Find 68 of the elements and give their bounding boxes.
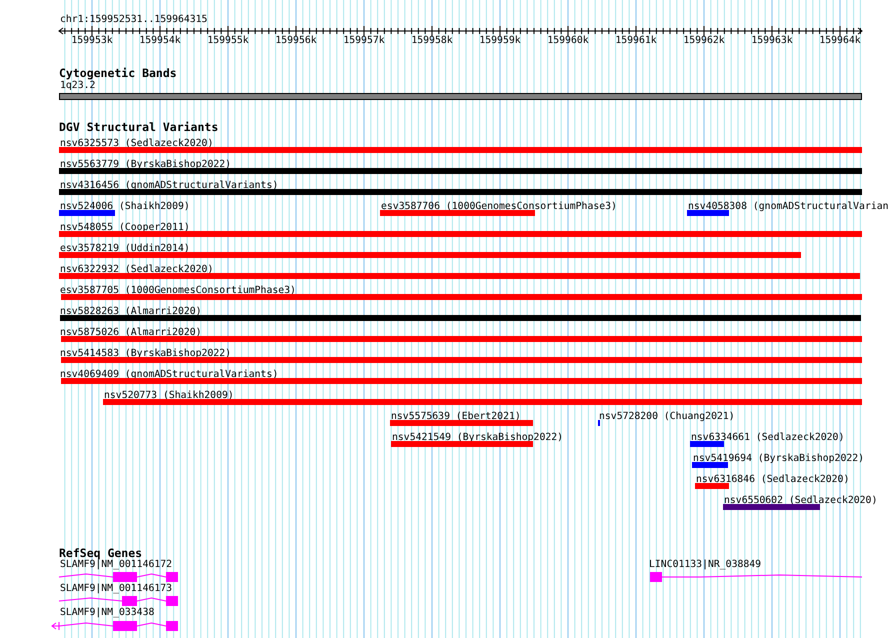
variant-label[interactable]: nsv5563779 (ByrskaBishop2022) [60, 159, 232, 170]
variant-label[interactable]: nsv5419694 (ByrskaBishop2022) [693, 453, 864, 464]
variant-label[interactable]: nsv5575639 (Ebert2021) [391, 411, 521, 422]
tick-label: 159958k [411, 35, 453, 46]
gene-model[interactable] [650, 572, 862, 582]
gene-model[interactable] [58, 596, 178, 606]
tick-label: 159957k [343, 35, 385, 46]
tick-label: 159963k [751, 35, 793, 46]
variant-label[interactable]: nsv6316846 (Sedlazeck2020) [696, 474, 850, 485]
band-label: 1q23.2 [60, 80, 96, 91]
variant-label[interactable]: nsv548055 (Cooper2011) [60, 222, 190, 233]
variant-bar[interactable] [390, 420, 533, 426]
tick-label: 159962k [683, 35, 725, 46]
gene-label[interactable]: SLAMF9|NM_033438 [60, 607, 154, 618]
variant-label[interactable]: esv3587705 (1000GenomesConsortiumPhase3) [60, 285, 296, 296]
variant-bar[interactable] [59, 231, 862, 237]
tick-label: 159960k [547, 35, 589, 46]
variant-bar[interactable] [380, 210, 535, 216]
variant-bar[interactable] [61, 357, 862, 363]
variant-label[interactable]: nsv5728200 (Chuang2021) [599, 411, 735, 422]
variant-bar[interactable] [61, 336, 862, 342]
variant-label[interactable]: nsv5421549 (ByrskaBishop2022) [392, 432, 564, 443]
variant-bar[interactable] [687, 210, 729, 216]
variant-bar[interactable] [61, 378, 862, 384]
gene-model[interactable] [51, 621, 178, 631]
variant-bar[interactable] [695, 483, 729, 489]
tick-label: 159961k [615, 35, 657, 46]
variant-label[interactable]: nsv6550602 (Sedlazeck2020) [724, 495, 878, 506]
variant-label[interactable]: nsv6325573 (Sedlazeck2020) [60, 138, 214, 149]
variant-bar[interactable] [59, 273, 860, 279]
variant-label[interactable]: nsv4316456 (gnomADStructuralVariants) [60, 180, 278, 191]
tick-label: 159959k [479, 35, 521, 46]
tick-label: 159956k [275, 35, 317, 46]
tick-label: 159954k [139, 35, 181, 46]
tick-label: 159964k [819, 35, 861, 46]
location-label: chr1:159952531..159964315 [60, 14, 208, 25]
tick-label: 159953k [71, 35, 113, 46]
gene-label[interactable]: SLAMF9|NM_001146173 [60, 583, 172, 594]
variant-label[interactable]: esv3587706 (1000GenomesConsortiumPhase3) [381, 201, 617, 212]
variant-bar[interactable] [391, 441, 533, 447]
track-title: Cytogenetic Bands [59, 67, 177, 80]
variant-bar[interactable] [60, 315, 861, 321]
variant-label[interactable]: nsv4069409 (gnomADStructuralVariants) [60, 369, 278, 380]
variant-bar[interactable] [59, 210, 115, 216]
variant-label[interactable]: esv3578219 (Uddin2014) [60, 243, 190, 254]
variant-label[interactable]: nsv5414583 (ByrskaBishop2022) [60, 348, 232, 359]
gene-label[interactable]: SLAMF9|NM_001146172 [60, 559, 172, 570]
variant-bar[interactable] [692, 462, 728, 468]
variant-bar[interactable] [723, 504, 820, 510]
variant-label[interactable]: nsv5875026 (Almarri2020) [60, 327, 202, 338]
variant-label[interactable]: nsv4058308 (gnomADStructuralVarian [688, 201, 889, 212]
variant-bar[interactable] [59, 168, 862, 174]
track-title: RefSeq Genes [59, 547, 142, 560]
variant-label[interactable]: nsv5828263 (Almarri2020) [60, 306, 202, 317]
variant-bar[interactable] [59, 147, 862, 153]
variant-bar[interactable] [61, 294, 862, 300]
variant-bar[interactable] [59, 189, 862, 195]
gene-model[interactable] [58, 572, 178, 582]
variant-bar[interactable] [690, 441, 724, 447]
track-title: DGV Structural Variants [59, 121, 218, 134]
variant-label[interactable]: nsv520773 (Shaikh2009) [104, 390, 234, 401]
gene-label[interactable]: LINC01133|NR_038849 [649, 559, 762, 570]
variant-label[interactable]: nsv6322932 (Sedlazeck2020) [60, 264, 214, 275]
variant-label[interactable]: nsv524006 (Shaikh2009) [60, 201, 190, 212]
tick-label: 159955k [207, 35, 249, 46]
variant-bar[interactable] [103, 399, 862, 405]
variant-label[interactable]: nsv6334661 (Sedlazeck2020) [691, 432, 844, 443]
variant-bar[interactable] [59, 252, 801, 258]
